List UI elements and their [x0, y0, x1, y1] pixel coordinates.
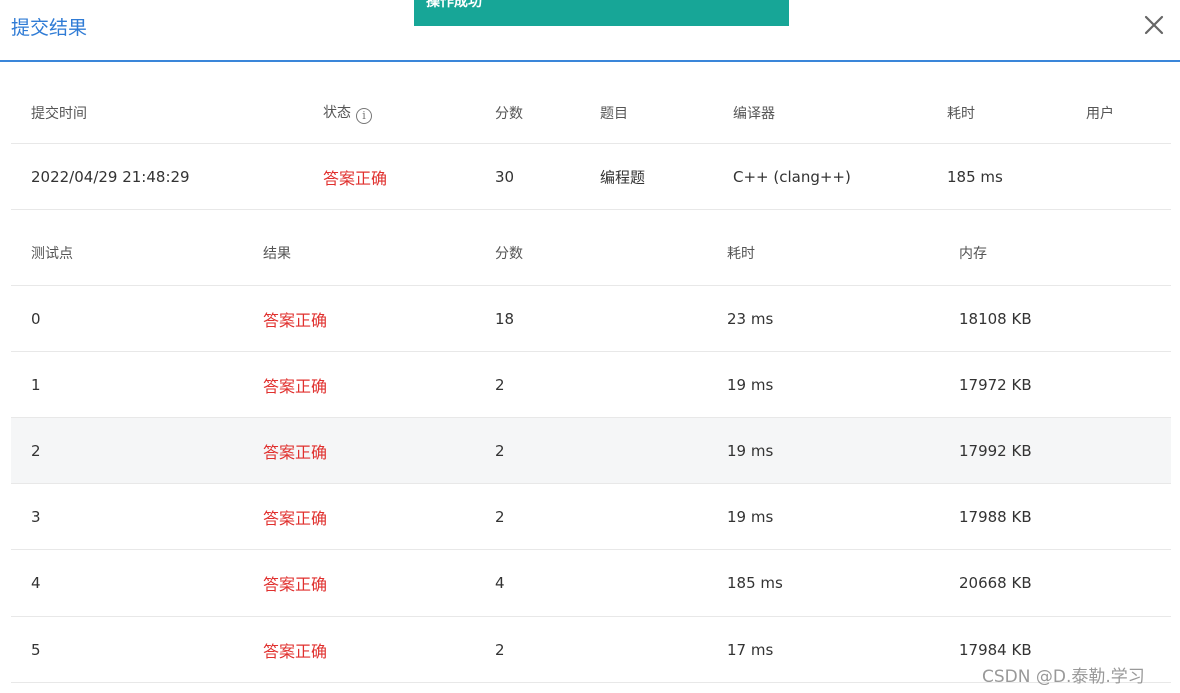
testcase-id: 5 — [31, 640, 41, 659]
col-test-score: 分数 — [495, 245, 523, 262]
toast-message: 操作成功 — [426, 0, 482, 10]
col-memory: 内存 — [959, 245, 987, 262]
testcase-memory: 17972 KB — [959, 375, 1032, 394]
testcase-time: 23 ms — [727, 309, 774, 328]
col-problem: 题目 — [600, 105, 628, 122]
testcase-score: 2 — [495, 507, 505, 526]
submission-row: 2022/04/29 21:48:29 答案正确 30 编程题 C++ (cla… — [11, 144, 1171, 210]
testcase-id: 2 — [31, 441, 41, 460]
tests-header-row: 测试点 结果 分数 耗时 内存 — [11, 220, 1171, 286]
testcase-score: 2 — [495, 441, 505, 460]
testcase-memory: 20668 KB — [959, 574, 1032, 592]
table-row: 4 答案正确 4 185 ms 20668 KB — [11, 550, 1171, 617]
testcase-result: 答案正确 — [263, 575, 328, 594]
col-result: 结果 — [263, 245, 291, 262]
testcase-time: 19 ms — [727, 507, 774, 526]
testcase-id: 1 — [31, 375, 41, 394]
col-submit-time: 提交时间 — [31, 105, 87, 122]
testcase-time: 185 ms — [727, 574, 783, 592]
col-status: 状态 i — [323, 102, 372, 124]
table-row: 3 答案正确 2 19 ms 17988 KB — [11, 484, 1171, 550]
table-row: 1 答案正确 2 19 ms 17972 KB — [11, 352, 1171, 418]
watermark: CSDN @D.泰勒.学习 — [982, 667, 1145, 687]
table-row: 0 答案正确 18 23 ms 18108 KB — [11, 286, 1171, 352]
testcase-result: 答案正确 — [263, 508, 328, 528]
testcase-time: 17 ms — [727, 640, 774, 659]
duration-value: 185 ms — [947, 167, 1003, 186]
submit-time: 2022/04/29 21:48:29 — [31, 167, 190, 186]
testcase-score: 18 — [495, 309, 515, 328]
close-icon[interactable] — [1141, 12, 1167, 38]
testcase-score: 4 — [495, 574, 505, 592]
testcase-id: 0 — [31, 309, 41, 328]
success-toast: 操作成功 — [414, 0, 789, 26]
testcase-result: 答案正确 — [263, 442, 328, 462]
col-status-label: 状态 — [323, 104, 351, 121]
testcase-id: 3 — [31, 507, 41, 526]
testcase-score: 2 — [495, 375, 505, 394]
info-icon[interactable]: i — [356, 107, 372, 124]
testcase-memory: 18108 KB — [959, 309, 1032, 328]
status-text: 答案正确 — [323, 168, 388, 188]
testcase-score: 2 — [495, 640, 505, 659]
testcase-result: 答案正确 — [263, 641, 328, 661]
testcase-memory: 17992 KB — [959, 441, 1032, 460]
col-testcase: 测试点 — [31, 245, 73, 262]
testcase-result: 答案正确 — [263, 310, 328, 330]
testcase-result: 答案正确 — [263, 376, 328, 396]
testcase-time: 19 ms — [727, 375, 774, 394]
score-value: 30 — [495, 167, 515, 186]
col-duration: 耗时 — [947, 105, 975, 122]
testcase-time: 19 ms — [727, 441, 774, 460]
compiler-value: C++ (clang++) — [733, 167, 851, 186]
submission-header-row: 提交时间 状态 i 分数 题目 编译器 耗时 用户 — [11, 82, 1171, 144]
testcase-memory: 17988 KB — [959, 507, 1032, 526]
col-user: 用户 — [1086, 105, 1114, 122]
dialog-title: 提交结果 — [11, 17, 88, 39]
col-score: 分数 — [495, 105, 523, 122]
testcase-id: 4 — [31, 574, 41, 592]
problem-link[interactable]: 编程题 — [600, 166, 645, 187]
table-row: 2 答案正确 2 19 ms 17992 KB — [11, 418, 1171, 484]
testcase-memory: 17984 KB — [959, 640, 1032, 659]
col-test-time: 耗时 — [727, 245, 755, 262]
col-compiler: 编译器 — [733, 105, 775, 122]
